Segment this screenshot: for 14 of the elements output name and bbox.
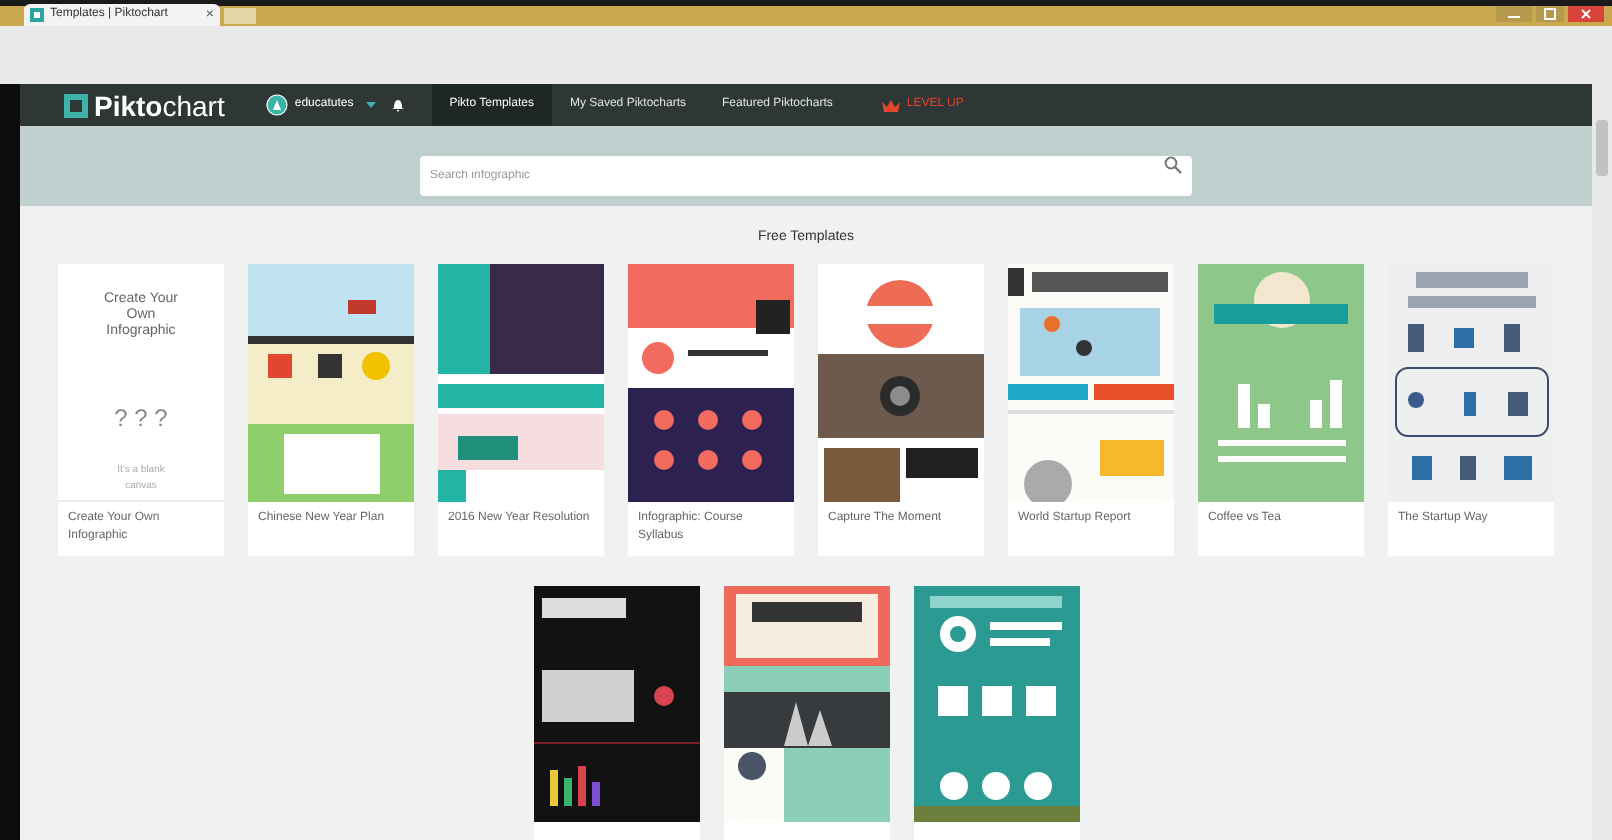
scroll-thumb[interactable]: [1596, 120, 1608, 176]
close-icon[interactable]: [1568, 6, 1604, 22]
avatar-icon[interactable]: [266, 94, 289, 116]
restore-icon[interactable]: [1536, 6, 1564, 22]
crown-icon: [882, 99, 901, 111]
minimize-icon[interactable]: [1496, 6, 1532, 22]
question-marks: ? ? ?: [114, 402, 168, 436]
favicon-icon: [30, 8, 44, 22]
logo-icon: [64, 93, 88, 117]
search-icon[interactable]: [1164, 156, 1182, 174]
caret-icon[interactable]: [365, 102, 376, 108]
scroll-bar[interactable]: [1592, 84, 1612, 840]
logo-text[interactable]: Piktochart: [94, 91, 225, 119]
bell-icon[interactable]: [391, 98, 404, 112]
